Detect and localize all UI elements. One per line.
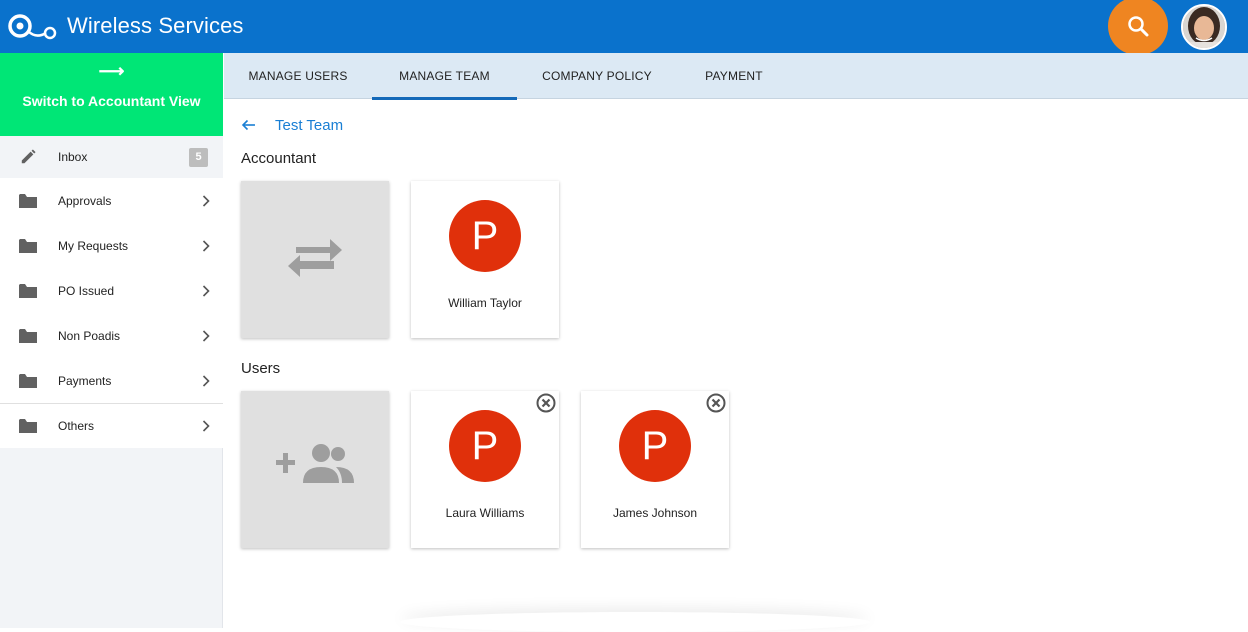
sidebar-item-others[interactable]: Others [0, 403, 223, 448]
top-app-bar: Wireless Services [0, 0, 1248, 55]
sidebar: ⟶ Switch to Accountant View Inbox 5 Appr… [0, 53, 223, 628]
member-avatar: P [619, 410, 691, 482]
user-card[interactable]: P James Johnson [581, 391, 729, 548]
tab-manage-users[interactable]: MANAGE USERS [224, 53, 372, 99]
member-name: Laura Williams [445, 506, 525, 520]
folder-icon [19, 328, 37, 343]
search-button[interactable] [1108, 0, 1168, 55]
switch-accountant-view-button[interactable]: ⟶ Switch to Accountant View [0, 53, 223, 136]
sidebar-item-my-requests[interactable]: My Requests [0, 223, 223, 268]
accountant-card[interactable]: P William Taylor [411, 181, 559, 338]
member-avatar: P [449, 200, 521, 272]
sidebar-item-approvals[interactable]: Approvals [0, 178, 223, 223]
chevron-right-icon [202, 420, 210, 432]
team-name: Test Team [275, 116, 344, 134]
accountant-section-title: Accountant [241, 150, 317, 167]
tab-payment[interactable]: PAYMENT [689, 53, 779, 99]
app-title: Wireless Services [67, 13, 244, 38]
folder-icon [19, 373, 37, 388]
bottom-shadow [400, 612, 870, 632]
sidebar-item-payments[interactable]: Payments [0, 358, 223, 403]
close-circle-icon[interactable] [535, 392, 557, 414]
users-section-title: Users [241, 360, 281, 377]
folder-icon [19, 419, 37, 433]
tab-bar: MANAGE USERS MANAGE TEAM COMPANY POLICY … [224, 53, 1248, 100]
chevron-right-icon [202, 194, 210, 207]
close-circle-icon[interactable] [705, 392, 727, 414]
inbox-count-badge: 5 [189, 147, 208, 167]
user-avatar[interactable] [1181, 4, 1227, 50]
add-group-icon [276, 444, 354, 483]
sidebar-item-label: Non Poadis [58, 328, 121, 343]
sidebar-nav: Inbox 5 Approvals My Requests PO Issued … [0, 136, 223, 448]
search-icon [1128, 16, 1149, 37]
member-avatar: P [449, 410, 521, 482]
sidebar-item-label: My Requests [58, 238, 129, 253]
app-logo-icon[interactable] [8, 11, 58, 41]
member-name: James Johnson [612, 506, 698, 520]
sidebar-item-non-poadis[interactable]: Non Poadis [0, 313, 223, 358]
switch-view-label: Switch to Accountant View [22, 93, 201, 109]
pencil-icon [21, 149, 36, 164]
tab-manage-team[interactable]: MANAGE TEAM [372, 53, 517, 100]
member-name: William Taylor [448, 296, 522, 310]
chevron-right-icon [202, 329, 210, 342]
chevron-right-icon [202, 239, 210, 252]
breadcrumb: Test Team [241, 114, 343, 136]
user-card[interactable]: P Laura Williams [411, 391, 559, 548]
chevron-right-icon [202, 284, 210, 297]
folder-icon [19, 283, 37, 298]
change-accountant-card[interactable] [241, 181, 389, 338]
swap-arrows-icon [288, 239, 342, 277]
sidebar-item-label: PO Issued [58, 283, 115, 298]
folder-icon [19, 193, 37, 208]
arrow-right-icon: ⟶ [98, 61, 125, 81]
folder-icon [19, 238, 37, 253]
sidebar-item-po-issued[interactable]: PO Issued [0, 268, 223, 313]
chevron-right-icon [202, 374, 210, 387]
sidebar-item-label: Inbox [58, 150, 88, 164]
sidebar-item-label: Others [58, 419, 95, 433]
sidebar-item-inbox[interactable]: Inbox 5 [0, 136, 223, 178]
sidebar-item-label: Approvals [58, 193, 112, 208]
tab-company-policy[interactable]: COMPANY POLICY [532, 53, 662, 99]
add-user-card[interactable] [241, 391, 389, 548]
user-photo [1183, 6, 1225, 48]
arrow-left-icon[interactable] [241, 119, 257, 131]
sidebar-item-label: Payments [58, 373, 112, 388]
